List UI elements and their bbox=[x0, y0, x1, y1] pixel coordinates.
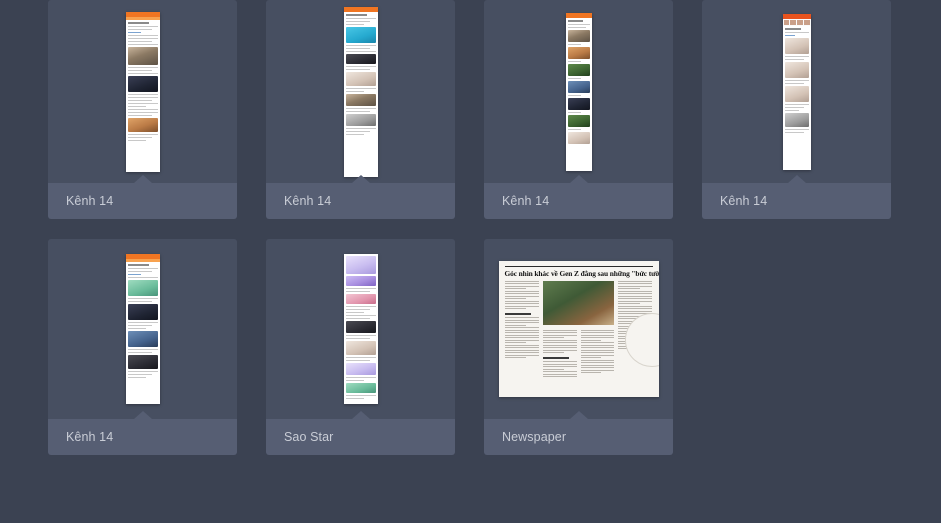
newspaper-column bbox=[542, 329, 577, 378]
card-thumbnail-area[interactable] bbox=[484, 0, 673, 183]
article-photo bbox=[345, 321, 376, 333]
article-photo bbox=[127, 304, 158, 320]
card-thumbnail-area[interactable]: Góc nhìn khác về Gen Z đằng sau những "b… bbox=[484, 239, 673, 419]
article-photo bbox=[127, 331, 158, 347]
newspaper-photo bbox=[542, 280, 615, 325]
card-label-bar: Kênh 14 bbox=[702, 175, 891, 219]
pointer-notch-icon bbox=[133, 411, 152, 419]
card-label-text: Newspaper bbox=[502, 429, 567, 444]
pointer-notch-icon bbox=[351, 411, 370, 419]
site-nav-thumbnails-icon bbox=[782, 18, 811, 26]
pointer-notch-icon bbox=[569, 175, 588, 183]
newspaper-thumbnail: Góc nhìn khác về Gen Z đằng sau những "b… bbox=[498, 261, 659, 397]
article-thumbnail-kenh14 bbox=[125, 254, 160, 404]
article-body-preview bbox=[125, 262, 160, 404]
card-thumbnail-area[interactable] bbox=[48, 0, 237, 183]
gallery-row: Kênh 14 bbox=[48, 239, 908, 455]
article-photo bbox=[345, 53, 376, 64]
card-label-text: Kênh 14 bbox=[720, 193, 768, 208]
card-label-bar: Kênh 14 bbox=[48, 175, 237, 219]
article-photo bbox=[345, 363, 376, 375]
article-photo bbox=[567, 80, 590, 93]
article-body-preview bbox=[782, 25, 811, 170]
article-photo bbox=[784, 85, 809, 102]
newspaper-feature-column bbox=[542, 280, 615, 378]
thumbnail-gallery: Kênh 14 Kênh 14 Kênh 14 Kênh 14 Kênh 14 … bbox=[0, 0, 941, 523]
card-thumbnail-area[interactable] bbox=[702, 0, 891, 183]
article-photo bbox=[127, 46, 158, 65]
article-thumbnail-saostar bbox=[343, 254, 378, 404]
pointer-notch-icon bbox=[787, 175, 806, 183]
card-label-bar: Kênh 14 bbox=[266, 175, 455, 219]
article-banner bbox=[345, 276, 376, 286]
card-label-text: Kênh 14 bbox=[284, 193, 332, 208]
article-photo bbox=[127, 117, 158, 132]
gallery-card[interactable]: Kênh 14 bbox=[48, 0, 237, 219]
article-photo bbox=[567, 131, 590, 144]
article-hero-illustration bbox=[345, 256, 376, 274]
article-photo bbox=[345, 113, 376, 126]
article-photo bbox=[345, 93, 376, 106]
card-label-bar: Newspaper bbox=[484, 411, 673, 455]
pointer-notch-icon bbox=[569, 411, 588, 419]
gallery-card[interactable]: Kênh 14 bbox=[266, 0, 455, 219]
masthead-rule bbox=[504, 266, 653, 267]
pointer-notch-icon bbox=[351, 175, 370, 183]
gallery-card[interactable]: Góc nhìn khác về Gen Z đằng sau những "b… bbox=[484, 239, 673, 455]
article-thumbnail-kenh14 bbox=[343, 6, 378, 177]
card-label-bar: Kênh 14 bbox=[484, 175, 673, 219]
newspaper-headline: Góc nhìn khác về Gen Z đằng sau những "b… bbox=[504, 269, 659, 278]
article-thumbnail-kenh14 bbox=[565, 12, 592, 171]
card-label-bar: Sao Star bbox=[266, 411, 455, 455]
article-photo bbox=[784, 37, 809, 54]
gallery-card[interactable]: Sao Star bbox=[266, 239, 455, 455]
pointer-notch-icon bbox=[133, 175, 152, 183]
article-thumbnail-kenh14 bbox=[782, 13, 811, 170]
card-thumbnail-area[interactable] bbox=[266, 239, 455, 419]
gallery-card[interactable]: Kênh 14 bbox=[48, 239, 237, 455]
card-label-bar: Kênh 14 bbox=[48, 411, 237, 455]
article-photo bbox=[567, 97, 590, 110]
article-photo bbox=[345, 383, 376, 393]
article-photo bbox=[345, 294, 376, 304]
article-body-preview bbox=[125, 19, 160, 172]
gallery-card[interactable]: Kênh 14 bbox=[484, 0, 673, 219]
article-photo bbox=[567, 63, 590, 76]
card-thumbnail-area[interactable] bbox=[48, 239, 237, 419]
card-thumbnail-area[interactable] bbox=[266, 0, 455, 183]
article-photo bbox=[345, 26, 376, 43]
article-photo bbox=[567, 114, 590, 127]
newspaper-column bbox=[580, 329, 615, 378]
article-photo bbox=[127, 355, 158, 369]
article-photo bbox=[784, 61, 809, 78]
article-body-preview bbox=[343, 254, 378, 404]
article-photo bbox=[127, 280, 158, 296]
article-thumbnail-kenh14 bbox=[125, 11, 160, 172]
newspaper-column bbox=[504, 280, 539, 378]
gallery-card[interactable]: Kênh 14 bbox=[702, 0, 891, 219]
card-label-text: Sao Star bbox=[284, 429, 334, 444]
gallery-row: Kênh 14 bbox=[48, 0, 908, 219]
article-photo bbox=[345, 71, 376, 86]
article-photo bbox=[345, 341, 376, 355]
article-photo bbox=[567, 46, 590, 59]
article-photo bbox=[127, 75, 158, 92]
article-photo bbox=[567, 29, 590, 42]
gallery-grid: Kênh 14 Kênh 14 Kênh 14 Kênh 14 Kênh 14 … bbox=[48, 0, 908, 475]
card-label-text: Kênh 14 bbox=[66, 429, 114, 444]
card-label-text: Kênh 14 bbox=[502, 193, 550, 208]
card-label-text: Kênh 14 bbox=[66, 193, 114, 208]
article-body-preview bbox=[565, 17, 592, 171]
article-photo bbox=[784, 112, 809, 127]
article-body-preview bbox=[343, 11, 378, 177]
